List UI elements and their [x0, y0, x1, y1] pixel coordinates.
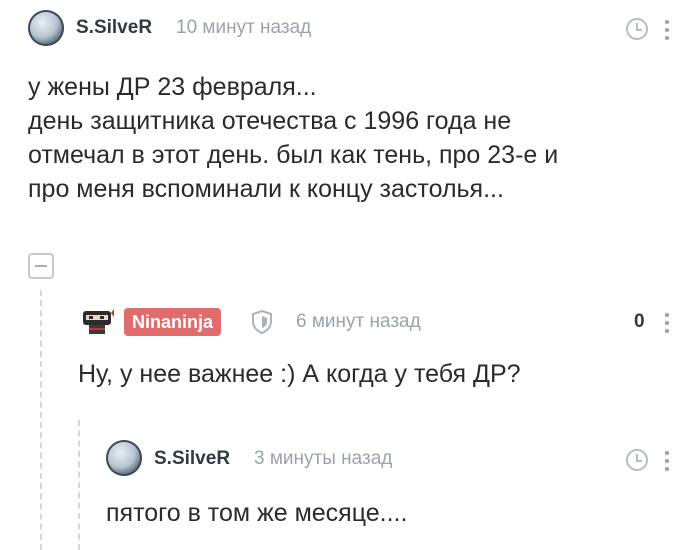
comment-rating: 0: [634, 311, 645, 332]
more-options-icon[interactable]: [664, 311, 670, 333]
thread-line: [40, 290, 42, 550]
comment-time[interactable]: 6 минут назад: [296, 311, 421, 333]
clock-icon[interactable]: [626, 449, 648, 471]
comment-time[interactable]: 3 минуты назад: [254, 448, 392, 470]
collapse-thread-button[interactable]: [28, 253, 54, 279]
clock-icon[interactable]: [626, 18, 648, 40]
user-avatar[interactable]: [106, 440, 142, 476]
comment-author[interactable]: S.SilveR: [76, 17, 152, 39]
comment-author[interactable]: S.SilveR: [154, 448, 230, 470]
user-avatar[interactable]: [28, 10, 64, 46]
comment-time[interactable]: 10 минут назад: [176, 17, 311, 39]
ninja-avatar-icon[interactable]: [80, 303, 114, 337]
comment-text: у жены ДР 23 февраля... день защитника о…: [28, 73, 559, 203]
more-options-icon[interactable]: [664, 449, 670, 471]
shield-icon: [252, 309, 272, 335]
comment-text: Ну, у нее важнее :) А когда у тебя ДР?: [78, 360, 521, 388]
comment-text: пятого в том же месяце....: [106, 499, 408, 527]
author-badge[interactable]: Ninaninja: [124, 308, 222, 336]
thread-line: [78, 420, 80, 550]
more-options-icon[interactable]: [664, 18, 670, 40]
